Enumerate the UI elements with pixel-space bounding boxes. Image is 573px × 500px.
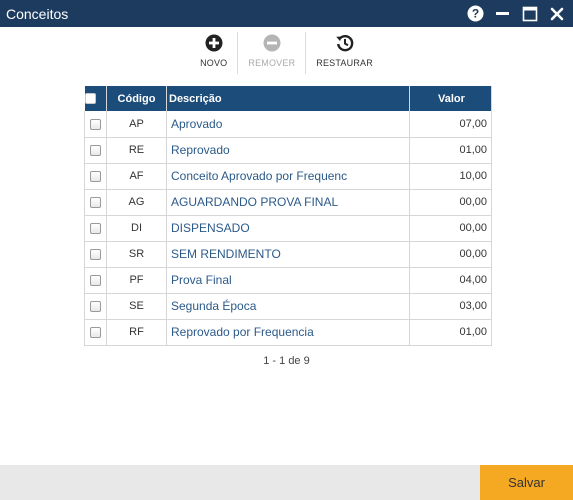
table-row[interactable]: DI DISPENSADO 00,00: [84, 215, 492, 242]
row-checkbox[interactable]: [84, 137, 107, 164]
table-row[interactable]: RE Reprovado 01,00: [84, 137, 492, 164]
window-titlebar: Conceitos ?: [0, 0, 573, 27]
toolbar: NOVO REMOVER RESTAURAR: [0, 32, 573, 76]
cell-valor: 01,00: [409, 319, 492, 346]
window-controls: ?: [467, 5, 573, 22]
remover-label: REMOVER: [248, 58, 296, 68]
cell-valor: 03,00: [409, 293, 492, 320]
save-button[interactable]: Salvar: [480, 465, 573, 500]
header-codigo[interactable]: Código: [106, 86, 167, 111]
cell-codigo: AG: [106, 189, 167, 216]
cell-descricao[interactable]: Reprovado: [166, 137, 410, 164]
cell-descricao[interactable]: Prova Final: [166, 267, 410, 294]
toolbar-separator: [237, 32, 239, 74]
help-icon[interactable]: ?: [467, 5, 484, 22]
cell-codigo: RE: [106, 137, 167, 164]
table-row[interactable]: PF Prova Final 04,00: [84, 267, 492, 294]
cell-codigo: RF: [106, 319, 167, 346]
row-checkbox[interactable]: [84, 267, 107, 294]
row-checkbox[interactable]: [84, 163, 107, 190]
cell-codigo: SE: [106, 293, 167, 320]
cell-descricao[interactable]: SEM RENDIMENTO: [166, 241, 410, 268]
minimize-icon[interactable]: [494, 5, 511, 22]
table-row[interactable]: SE Segunda Época 03,00: [84, 293, 492, 320]
row-checkbox[interactable]: [84, 215, 107, 242]
window-title: Conceitos: [6, 5, 69, 22]
cell-codigo: AF: [106, 163, 167, 190]
header-valor[interactable]: Valor: [409, 86, 492, 111]
cell-descricao[interactable]: DISPENSADO: [166, 215, 410, 242]
row-checkbox[interactable]: [84, 189, 107, 216]
cell-valor: 10,00: [409, 163, 492, 190]
row-checkbox[interactable]: [84, 293, 107, 320]
cell-valor: 01,00: [409, 137, 492, 164]
cell-descricao[interactable]: Reprovado por Frequencia: [166, 319, 410, 346]
restore-history-icon: [335, 33, 355, 53]
maximize-icon[interactable]: [521, 5, 538, 22]
cell-descricao[interactable]: AGUARDANDO PROVA FINAL: [166, 189, 410, 216]
novo-label: NOVO: [200, 58, 228, 68]
cell-descricao[interactable]: Aprovado: [166, 111, 410, 138]
conceitos-table: Código Descrição Valor AP Aprovado 07,00…: [84, 86, 492, 346]
table-row[interactable]: AP Aprovado 07,00: [84, 111, 492, 138]
cell-codigo: DI: [106, 215, 167, 242]
restaurar-label: RESTAURAR: [316, 58, 373, 68]
novo-button[interactable]: NOVO: [194, 32, 233, 76]
table-header-row: Código Descrição Valor: [84, 86, 492, 111]
table-row[interactable]: SR SEM RENDIMENTO 00,00: [84, 241, 492, 268]
cell-codigo: SR: [106, 241, 167, 268]
row-checkbox[interactable]: [84, 241, 107, 268]
close-icon[interactable]: [548, 5, 565, 22]
footer-bar: Salvar: [0, 465, 573, 500]
cell-valor: 00,00: [409, 189, 492, 216]
cell-valor: 00,00: [409, 215, 492, 242]
cell-valor: 00,00: [409, 241, 492, 268]
cell-codigo: AP: [106, 111, 167, 138]
row-checkbox[interactable]: [84, 111, 107, 138]
cell-descricao[interactable]: Conceito Aprovado por Frequenc: [166, 163, 410, 190]
table-row[interactable]: AF Conceito Aprovado por Frequenc 10,00: [84, 163, 492, 190]
toolbar-separator: [305, 32, 307, 74]
plus-circle-icon: [204, 33, 224, 53]
restaurar-button[interactable]: RESTAURAR: [310, 32, 379, 76]
table-row[interactable]: AG AGUARDANDO PROVA FINAL 00,00: [84, 189, 492, 216]
svg-text:?: ?: [472, 7, 479, 21]
pagination-info: 1 - 1 de 9: [263, 355, 310, 367]
table-row[interactable]: RF Reprovado por Frequencia 01,00: [84, 319, 492, 346]
cell-descricao[interactable]: Segunda Época: [166, 293, 410, 320]
minus-circle-icon: [262, 33, 282, 53]
cell-valor: 07,00: [409, 111, 492, 138]
row-checkbox[interactable]: [84, 319, 107, 346]
cell-codigo: PF: [106, 267, 167, 294]
select-all-checkbox[interactable]: [84, 86, 107, 111]
header-descricao[interactable]: Descrição: [166, 86, 410, 111]
cell-valor: 04,00: [409, 267, 492, 294]
remover-button[interactable]: REMOVER: [242, 32, 301, 76]
